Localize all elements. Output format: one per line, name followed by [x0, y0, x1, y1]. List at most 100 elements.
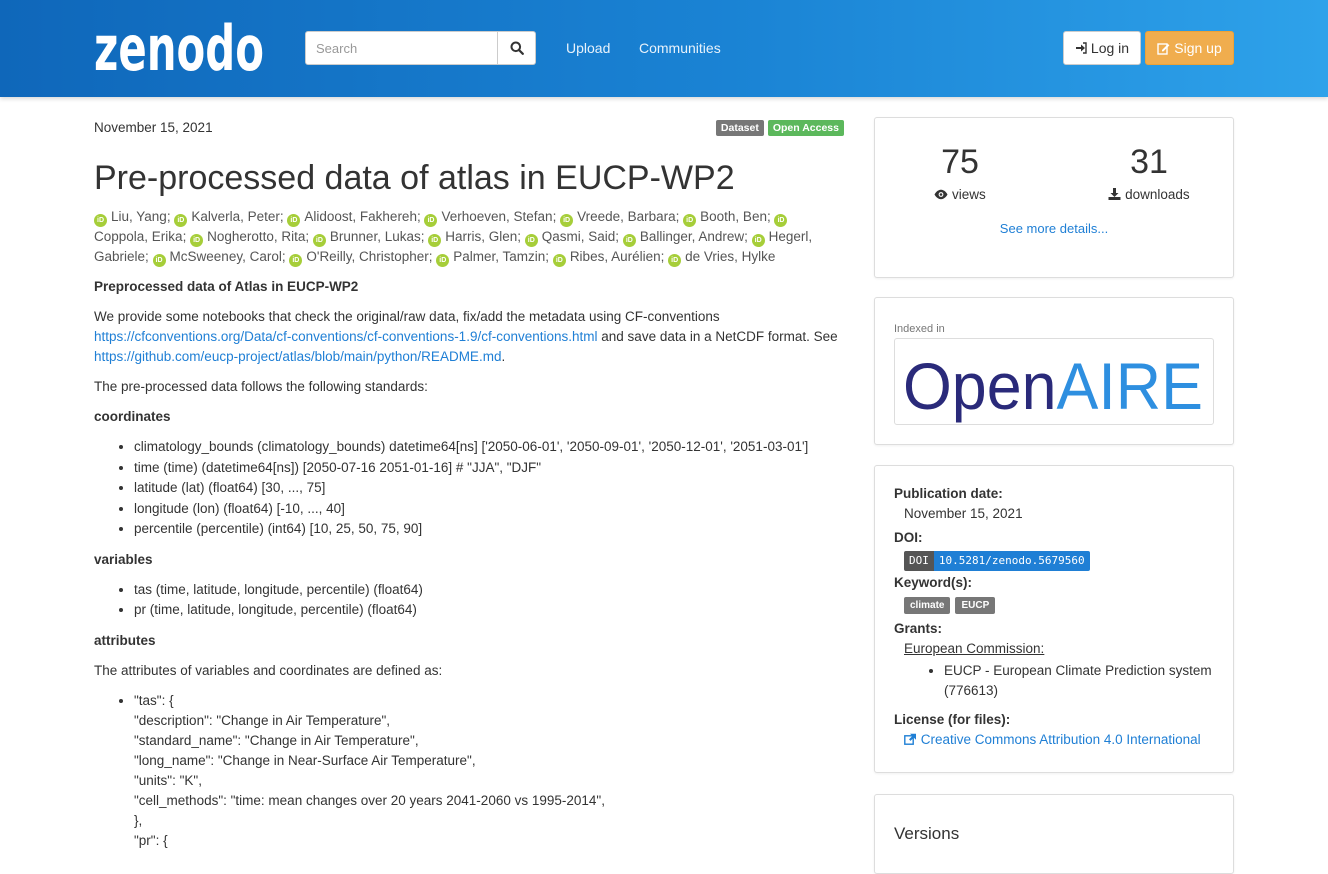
nav-link-communities[interactable]: Communities: [639, 40, 721, 56]
code-line: "long_name": "Change in Near-Surface Air…: [134, 752, 476, 768]
author-name[interactable]: Coppola, Erika: [94, 229, 183, 244]
orcid-icon[interactable]: iD: [560, 214, 574, 227]
orcid-icon[interactable]: iD: [428, 234, 442, 247]
list-item: "tas": { "description": "Change in Air T…: [134, 691, 844, 851]
keyword-tag[interactable]: EUCP: [955, 597, 996, 614]
author-separator: ;: [420, 229, 429, 244]
metadata-panel: Publication date: November 15, 2021 DOI:…: [874, 465, 1234, 773]
indexed-in-label: Indexed in: [894, 323, 945, 335]
nav-link-upload[interactable]: Upload: [566, 40, 610, 56]
orcid-icon[interactable]: iD: [190, 234, 204, 247]
downloads-count: 31: [1130, 143, 1168, 181]
author-separator: ;: [182, 229, 191, 244]
search-icon: [510, 41, 524, 55]
orcid-icon[interactable]: iD: [287, 214, 301, 227]
orcid-icon[interactable]: iD: [668, 254, 682, 267]
variables-heading: variables: [94, 551, 153, 567]
keyword-list: climate EUCP: [904, 597, 996, 614]
github-readme-link[interactable]: https://github.com/eucp-project/atlas/bl…: [94, 349, 501, 364]
orcid-icon[interactable]: iD: [94, 214, 107, 227]
author-name[interactable]: de Vries, Hylke: [685, 249, 775, 264]
author-separator: ;: [552, 209, 561, 224]
orcid-icon[interactable]: iD: [524, 234, 538, 247]
orcid-icon[interactable]: iD: [424, 214, 438, 227]
desc-text: We provide some notebooks that check the…: [94, 309, 720, 324]
cf-conventions-link[interactable]: https://cfconventions.org/Data/cf-conven…: [94, 329, 598, 344]
downloads-label-text: downloads: [1125, 187, 1190, 202]
attributes-heading: attributes: [94, 632, 156, 648]
orcid-icon[interactable]: iD: [774, 214, 788, 227]
attributes-list: "tas": { "description": "Change in Air T…: [134, 691, 844, 851]
author-separator: ;: [517, 229, 525, 244]
grant-item: EUCP - European Climate Prediction syste…: [944, 661, 1219, 701]
description-paragraph: We provide some notebooks that check the…: [94, 307, 844, 367]
author-separator: ;: [416, 209, 425, 224]
login-button[interactable]: Log in: [1063, 31, 1141, 65]
author-name[interactable]: Alidoost, Fakhereh: [304, 209, 417, 224]
author-name[interactable]: Qasmi, Said: [542, 229, 616, 244]
svg-text:OpenAIRE: OpenAIRE: [903, 349, 1203, 423]
orcid-icon[interactable]: iD: [312, 234, 326, 247]
license-link[interactable]: Creative Commons Attribution 4.0 Interna…: [904, 732, 1201, 747]
author-name[interactable]: Ballinger, Andrew: [640, 229, 744, 244]
variables-list: tas (time, latitude, longitude, percenti…: [134, 580, 844, 621]
openaire-logo[interactable]: OpenAIRE: [894, 338, 1214, 425]
badge-open-access[interactable]: Open Access: [767, 120, 844, 136]
views-label: views: [875, 187, 1045, 202]
views-count: 75: [941, 143, 979, 181]
orcid-icon[interactable]: iD: [436, 254, 450, 267]
downloads-stat: 31 downloads: [1064, 143, 1234, 202]
badge-dataset[interactable]: Dataset: [715, 120, 764, 136]
author-name[interactable]: O'Reilly, Christopher: [306, 249, 428, 264]
orcid-icon[interactable]: iD: [552, 254, 566, 267]
pub-date-label: Publication date:: [894, 486, 1003, 501]
orcid-icon[interactable]: iD: [152, 254, 166, 267]
list-item: tas (time, latitude, longitude, percenti…: [134, 580, 844, 601]
orcid-icon[interactable]: iD: [683, 214, 697, 227]
search-input[interactable]: [305, 31, 498, 65]
keyword-tag[interactable]: climate: [904, 597, 951, 614]
license-text: Creative Commons Attribution 4.0 Interna…: [920, 732, 1201, 747]
search-button[interactable]: [498, 31, 536, 65]
author-name[interactable]: Liu, Yang: [111, 209, 167, 224]
edit-icon: [1157, 42, 1170, 55]
grant-list: EUCP - European Climate Prediction syste…: [944, 661, 1219, 701]
code-line: "tas": {: [134, 692, 174, 708]
author-name[interactable]: Kalverla, Peter: [191, 209, 280, 224]
author-name[interactable]: Nogherotto, Rita: [207, 229, 305, 244]
author-name[interactable]: McSweeney, Carol: [170, 249, 282, 264]
download-icon: [1108, 188, 1121, 200]
author-separator: ;: [305, 229, 313, 244]
orcid-icon[interactable]: iD: [289, 254, 303, 267]
author-separator: ;: [660, 249, 669, 264]
desc-text: and save data in a NetCDF format. See: [601, 329, 838, 344]
author-name[interactable]: Palmer, Tamzin: [453, 249, 545, 264]
zenodo-logo[interactable]: zenodo: [94, 14, 266, 74]
external-link-icon: [904, 733, 916, 745]
author-name[interactable]: Brunner, Lukas: [330, 229, 421, 244]
downloads-label: downloads: [1064, 187, 1234, 202]
author-name[interactable]: Harris, Glen: [445, 229, 517, 244]
versions-title: Versions: [894, 824, 960, 843]
signup-button[interactable]: Sign up: [1145, 31, 1234, 65]
doi-badge[interactable]: DOI 10.5281/zenodo.5679560: [904, 551, 1090, 571]
author-separator: ;: [615, 229, 623, 244]
standards-intro: The pre-processed data follows the follo…: [94, 379, 428, 394]
author-name[interactable]: Booth, Ben: [700, 209, 767, 224]
signup-label: Sign up: [1174, 40, 1222, 56]
pub-date-value: November 15, 2021: [904, 506, 1023, 521]
svg-text:zenodo: zenodo: [94, 14, 264, 74]
orcid-icon[interactable]: iD: [174, 214, 188, 227]
author-name[interactable]: Ribes, Aurélien: [570, 249, 661, 264]
author-separator: ;: [281, 249, 290, 264]
see-more-details-link[interactable]: See more details...: [875, 221, 1233, 236]
coordinates-list: climatology_bounds (climatology_bounds) …: [134, 437, 844, 540]
keywords-label: Keyword(s):: [894, 575, 973, 590]
author-name[interactable]: Verhoeven, Stefan: [441, 209, 552, 224]
navbar: zenodo Upload Communities Log in Sign up: [0, 0, 1328, 97]
orcid-icon[interactable]: iD: [622, 234, 636, 247]
desc-text: .: [501, 349, 506, 364]
author-name[interactable]: Vreede, Barbara: [577, 209, 676, 224]
views-label-text: views: [952, 187, 986, 202]
orcid-icon[interactable]: iD: [751, 234, 765, 247]
